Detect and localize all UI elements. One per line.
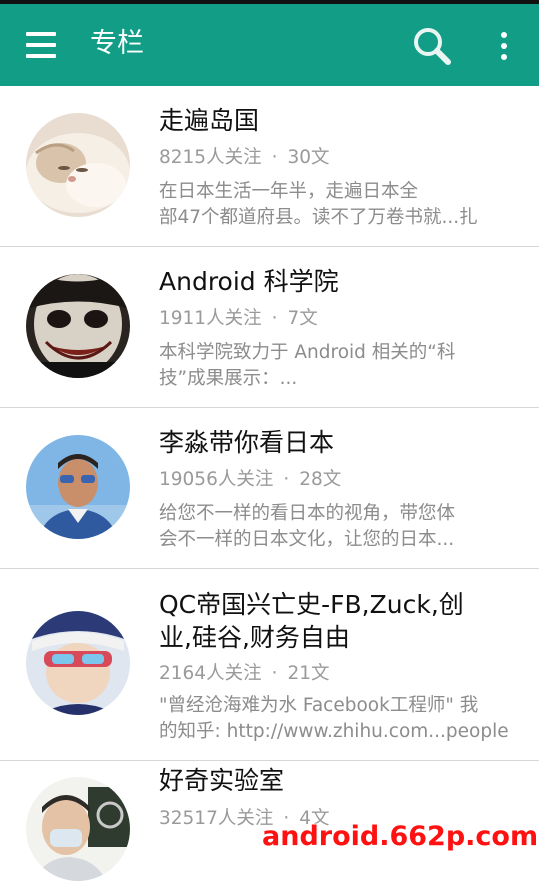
- description-line: 本科学院致力于 Android 相关的“科: [159, 342, 456, 363]
- column-title: QC帝国兴亡史-FB,Zuck,创 业,硅谷,财务自由: [159, 588, 519, 654]
- column-description: 给您不一样的看日本的视角，带您体 会不一样的日本文化，让您的日本...: [159, 501, 513, 553]
- page-title: 专栏: [90, 28, 144, 59]
- list-item[interactable]: QC帝国兴亡史-FB,Zuck,创 业,硅谷,财务自由 2164人关注 · 21文 …: [0, 569, 539, 761]
- column-title: 好奇实验室: [159, 766, 285, 795]
- list-item[interactable]: 李淼带你看日本 19056人关注 · 28文 给您不一样的看日本的视角，带您体 会不…: [0, 408, 539, 569]
- posts-count: 21文: [287, 663, 330, 684]
- followers-count: 8215人关注: [159, 147, 262, 168]
- column-meta: 1911人关注 · 7文: [159, 307, 318, 331]
- description-line: 部47个都道府县。读不了万卷书就...扎: [159, 207, 478, 228]
- avatar: [26, 113, 130, 217]
- posts-count: 30文: [287, 147, 330, 168]
- list-item[interactable]: Android 科学院 1911人关注 · 7文 本科学院致力于 Android 相…: [0, 247, 539, 408]
- followers-count: 32517人关注: [159, 808, 274, 829]
- separator-dot: ·: [271, 663, 278, 684]
- column-meta: 8215人关注 · 30文: [159, 146, 330, 170]
- separator-dot: ·: [271, 147, 278, 168]
- column-title: 走遍岛国: [159, 106, 260, 135]
- avatar: [26, 611, 130, 715]
- list-item[interactable]: 好奇实验室 32517人关注 · 4文: [0, 761, 539, 881]
- description-line: 在日本生活一年半，走遍日本全: [159, 181, 419, 202]
- column-description: "曾经沧海难为水 Facebook工程师" 我 的知乎: http://www.…: [159, 693, 513, 745]
- posts-count: 7文: [287, 308, 318, 329]
- description-line: 会不一样的日本文化，让您的日本...: [159, 529, 455, 550]
- column-description: 在日本生活一年半，走遍日本全 部47个都道府县。读不了万卷书就...扎: [159, 179, 513, 231]
- column-meta: 19056人关注 · 28文: [159, 468, 341, 492]
- column-meta: 2164人关注 · 21文: [159, 662, 330, 686]
- followers-count: 19056人关注: [159, 469, 274, 490]
- description-line: "曾经沧海难为水 Facebook工程师" 我: [159, 695, 479, 716]
- column-description: 本科学院致力于 Android 相关的“科 技”成果展示：...: [159, 340, 513, 392]
- column-title: 李淼带你看日本: [159, 428, 335, 457]
- avatar: [26, 274, 130, 378]
- watermark: android.662p.com: [262, 821, 539, 852]
- description-line: 的知乎: http://www.zhihu.com...people: [159, 721, 509, 742]
- menu-icon[interactable]: [26, 32, 56, 58]
- column-title: Android 科学院: [159, 267, 339, 296]
- posts-count: 28文: [299, 469, 342, 490]
- description-line: 技”成果展示：...: [159, 368, 298, 389]
- title-line: 业,硅谷,财务自由: [159, 623, 350, 652]
- more-vert-icon[interactable]: [497, 30, 511, 62]
- followers-count: 1911人关注: [159, 308, 262, 329]
- title-line: QC帝国兴亡史-FB,Zuck,创: [159, 590, 464, 619]
- avatar: [26, 777, 130, 881]
- description-line: 给您不一样的看日本的视角，带您体: [159, 503, 456, 524]
- list-item[interactable]: 走遍岛国 8215人关注 · 30文 在日本生活一年半，走遍日本全 部47个都道府县…: [0, 86, 539, 247]
- followers-count: 2164人关注: [159, 663, 262, 684]
- app-toolbar: 专栏: [0, 4, 539, 86]
- separator-dot: ·: [271, 308, 278, 329]
- avatar: [26, 435, 130, 539]
- separator-dot: ·: [283, 469, 290, 490]
- search-icon[interactable]: [410, 24, 454, 68]
